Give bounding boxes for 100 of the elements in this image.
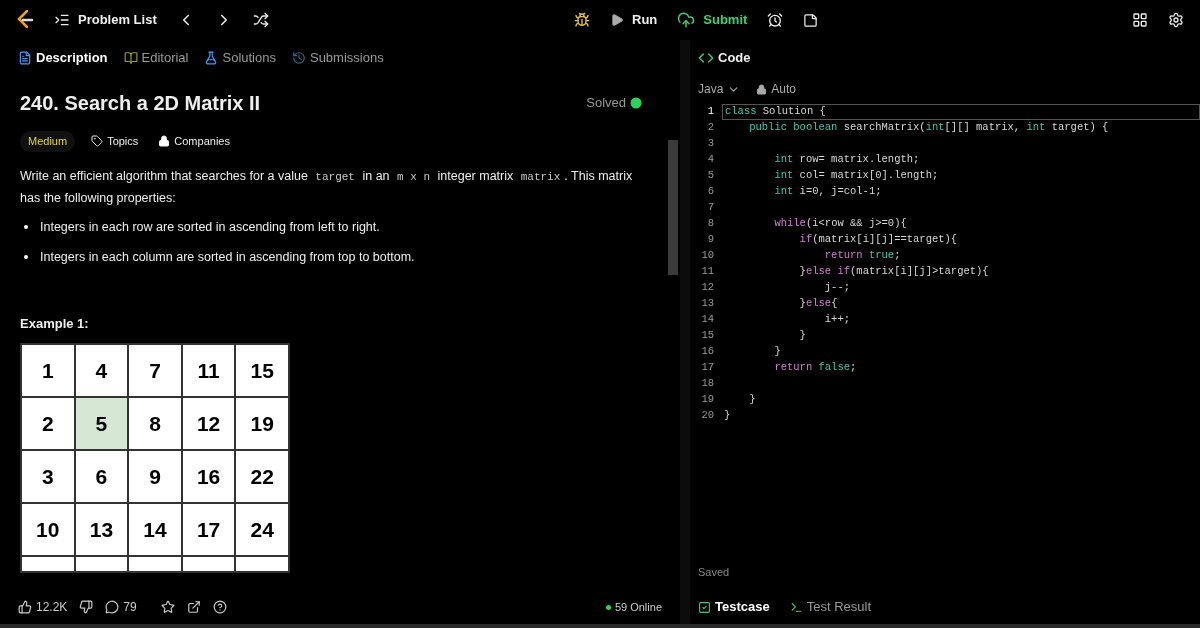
line-number: 6 [706,184,715,200]
star-icon[interactable] [160,600,175,614]
note-icon[interactable] [803,12,819,28]
help-icon[interactable] [212,600,227,614]
matrix-cell: 5 [75,398,128,449]
line-number: 13 [700,296,715,312]
line-number: 1 [706,104,715,120]
line-number: 14 [700,312,715,328]
code-line: int i=0, j=col-1; [773,184,882,200]
run-button[interactable]: Run [610,10,658,30]
solved-status: Solved [586,94,626,113]
code-line: } [798,328,806,344]
tab[interactable]: Test Result [789,597,871,617]
tab[interactable]: Description [18,48,108,68]
line-number: 3 [706,136,715,152]
terminal-icon [789,600,803,614]
matrix-cell: 6 [75,451,128,502]
tag-icon [91,135,104,148]
thumbs-up-icon [18,600,32,614]
matrix-cell: 9 [129,451,181,502]
matrix-cell: 12 [182,398,235,449]
tab[interactable]: Submissions [291,48,384,68]
matrix-cell: 11 [182,345,235,396]
logo-icon[interactable] [16,10,34,30]
code-line: } [748,392,756,408]
tab[interactable]: Testcase [698,597,770,617]
line-number: 7 [706,200,715,216]
matrix-cell: 22 [236,451,288,502]
flask-icon [204,51,219,65]
matrix-cell: 2 [22,398,74,449]
share-icon[interactable] [186,600,201,614]
language-dropdown[interactable]: Java [698,80,741,98]
line-number: 15 [700,328,715,344]
matrix-cell [182,557,235,571]
code-line: }else{ [798,296,838,312]
matrix-cell: 4 [75,345,128,396]
problem-title: 240. Search a 2D Matrix II [20,91,261,116]
matrix-cell [75,557,128,571]
matrix-cell: 3 [22,451,74,502]
line-number: 10 [700,248,715,264]
history-icon [291,51,306,65]
matrix-cell: 14 [129,504,181,555]
line-number: 18 [700,376,715,392]
line-number: 11 [700,264,715,280]
code-line: return true; [823,248,901,264]
problem-description: Write an efficient algorithm that searches for a value target in an m x n integer matrix matrix . This matrix has the following properties: [20,167,634,207]
line-number: 12 [700,280,715,296]
code-line: i++; [823,312,851,328]
difficulty-tag: Medium [20,131,76,152]
debug-icon[interactable] [574,12,590,28]
property-text: Integers in each column are sorted in ascending from top to bottom. [40,248,415,266]
topics-tag[interactable]: Topics [87,133,143,150]
scrollbar[interactable] [668,140,678,275]
code-line: j--; [823,280,851,296]
code-line: class Solution { [725,104,826,120]
matrix-cell: 7 [129,345,181,396]
matrix-cell: 1 [22,345,74,396]
bullet-icon [24,225,28,229]
matrix-cell [236,557,288,571]
matrix-cell: 19 [236,398,288,449]
code-line: } [773,344,781,360]
comments-button[interactable]: 79 [105,598,137,616]
saved-status: Saved [697,564,731,580]
matrix-cell [22,557,74,571]
tab[interactable]: Editorial [123,48,189,68]
property-text: Integers in each row are sorted in ascending from left to right. [40,218,380,236]
line-number: 19 [700,392,715,408]
matrix-cell: 10 [22,504,74,555]
line-number: 2 [706,120,715,136]
code-line: if(matrix[i][j]==target){ [798,232,958,248]
line-number: 8 [706,216,715,232]
code-icon [698,50,714,66]
submit-button[interactable]: Submit [677,10,748,30]
lock-icon [756,83,768,95]
lock-icon [158,135,171,148]
code-line: int col= matrix[0].length; [773,168,939,184]
online-count: 59 Online [614,599,662,615]
matrix-cell: 8 [129,398,181,449]
companies-tag[interactable]: Companies [154,133,234,150]
line-number: 17 [700,360,715,376]
layout-icon[interactable] [1132,12,1148,28]
cloud-upload-icon [677,11,696,29]
bullet-icon [24,255,28,259]
line-number: 4 [706,152,715,168]
like-button[interactable]: 12.2K [18,598,68,616]
list-icon [54,12,70,28]
document-icon [18,51,32,65]
code-line: public boolean searchMatrix(int[][] matrix, int target) { [748,120,1109,136]
shuffle-icon[interactable] [252,12,269,28]
code-line: while(i<row && j>=0){ [773,216,907,232]
code-line: return false; [773,360,857,376]
thumbs-down-icon[interactable] [79,600,94,614]
comment-icon [105,600,120,614]
line-number: 5 [706,168,715,184]
code-line: int row= matrix.length; [773,152,920,168]
alarm-clock-icon[interactable] [767,12,784,28]
problem-list-button[interactable]: Problem List [54,10,157,30]
matrix-cell [129,557,181,571]
settings-icon[interactable] [1168,12,1184,28]
tab[interactable]: Solutions [204,48,276,68]
